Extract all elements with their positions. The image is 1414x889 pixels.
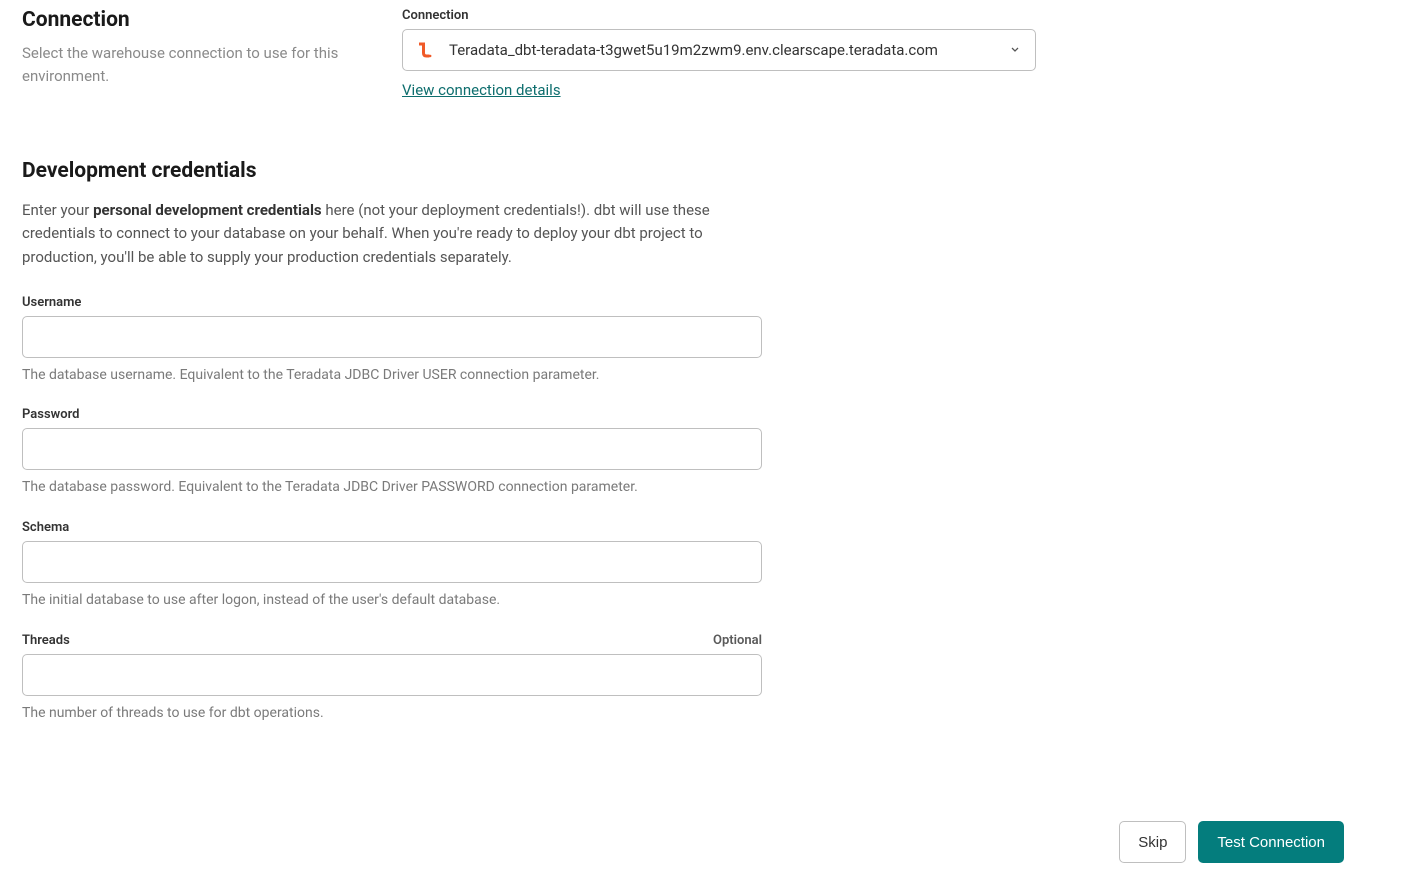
connection-section-header: Connection Select the warehouse connecti… [22,8,352,99]
username-field: Username The database username. Equivale… [22,295,762,386]
password-label: Password [22,407,762,422]
password-help: The database password. Equivalent to the… [22,478,762,498]
threads-help: The number of threads to use for dbt ope… [22,704,762,724]
credentials-intro: Enter your personal development credenti… [22,199,762,269]
schema-label: Schema [22,520,762,535]
credentials-section: Development credentials Enter your perso… [22,159,1392,723]
password-input[interactable] [22,428,762,470]
schema-input[interactable] [22,541,762,583]
connection-select[interactable]: Teradata_dbt-teradata-t3gwet5u19m2zwm9.e… [402,29,1036,71]
connection-select-value: Teradata_dbt-teradata-t3gwet5u19m2zwm9.e… [449,41,938,59]
view-connection-details-link[interactable]: View connection details [402,81,561,99]
schema-field: Schema The initial database to use after… [22,520,762,611]
teradata-icon [415,40,435,60]
skip-button[interactable]: Skip [1119,821,1186,863]
connection-description: Select the warehouse connection to use f… [22,42,352,87]
threads-field: Threads Optional The number of threads t… [22,633,762,724]
schema-help: The initial database to use after logon,… [22,591,762,611]
username-label: Username [22,295,762,310]
threads-input[interactable] [22,654,762,696]
password-field: Password The database password. Equivale… [22,407,762,498]
username-input[interactable] [22,316,762,358]
connection-heading: Connection [22,8,352,32]
threads-label: Threads [22,633,70,648]
threads-optional-tag: Optional [713,633,762,648]
connection-field-wrap: Connection Teradata_dbt-teradata-t3gwet5… [402,8,1036,99]
test-connection-button[interactable]: Test Connection [1198,821,1344,863]
chevron-down-icon [1009,41,1021,60]
credentials-heading: Development credentials [22,159,1392,183]
credentials-intro-prefix: Enter your [22,201,93,219]
connection-section: Connection Select the warehouse connecti… [22,8,1392,99]
connection-field-label: Connection [402,8,1036,23]
footer-actions: Skip Test Connection [1119,821,1344,863]
username-help: The database username. Equivalent to the… [22,366,762,386]
credentials-intro-bold: personal development credentials [93,201,322,219]
